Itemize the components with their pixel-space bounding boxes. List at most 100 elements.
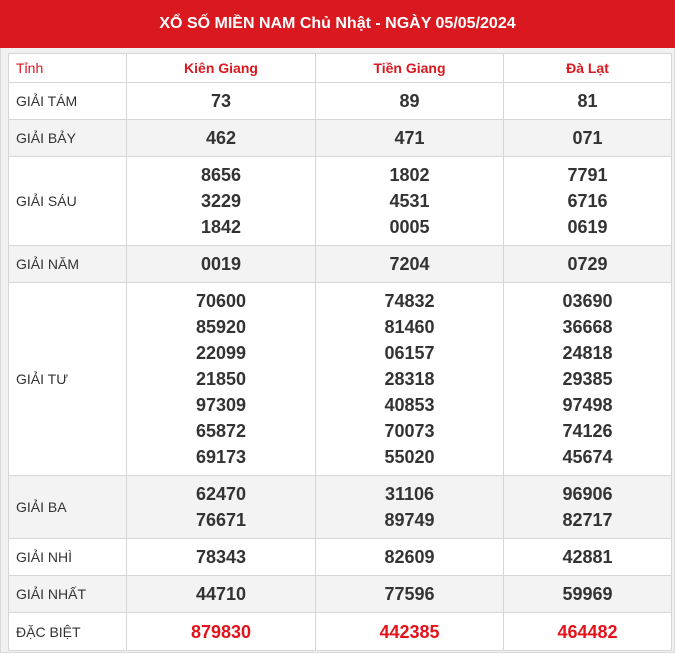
prize-numbers-cell: 74832 81460 06157 28318 40853 70073 55020 <box>315 282 504 476</box>
prize-numbers-cell: 7791 6716 0619 <box>503 156 672 246</box>
prize-numbers-cell: 42881 <box>503 538 672 576</box>
prize-number: 97309 <box>195 395 247 415</box>
prize-number: 1802 <box>389 165 430 185</box>
prize-number: 69173 <box>195 447 247 467</box>
prize-number: 03690 <box>562 291 613 311</box>
prize-label: ĐẶC BIỆT <box>8 612 127 651</box>
prize-numbers-cell: 59969 <box>503 575 672 613</box>
prize-numbers-cell: 442385 <box>315 612 504 651</box>
prize-row: GIẢI NĂM 0019 7204 0729 <box>8 245 672 283</box>
prize-number: 82609 <box>384 547 435 567</box>
prize-number: 442385 <box>379 621 440 642</box>
prize-number: 73 <box>210 91 232 111</box>
prize-numbers-cell: 62470 76671 <box>126 475 316 539</box>
prize-number: 96906 <box>562 484 613 504</box>
prize-number: 62470 <box>195 484 247 504</box>
results-table: Tỉnh Kiên Giang Tiền Giang Đà Lạt GIẢI T… <box>8 53 672 651</box>
prize-row: GIẢI SÁU 8656 3229 1842 1802 4531 0005 7791 6716… <box>8 156 672 246</box>
prize-numbers-cell: 071 <box>503 119 672 157</box>
prize-number: 071 <box>572 128 603 148</box>
prize-number: 4531 <box>389 191 430 211</box>
province-name: Tiền Giang <box>315 53 504 83</box>
prize-number: 0619 <box>567 217 608 237</box>
prize-number: 82717 <box>562 510 613 530</box>
prize-number: 0005 <box>389 217 430 237</box>
lottery-results-page: XỔ SỐ MIỀN NAM Chủ Nhật - NGÀY 05/05/202… <box>0 0 675 654</box>
prize-number: 879830 <box>190 621 252 642</box>
prize-number: 97498 <box>562 395 613 415</box>
province-name: Kiên Giang <box>126 53 316 83</box>
prize-row: GIẢI NHẤT 44710 77596 59969 <box>8 575 672 613</box>
prize-number: 0729 <box>567 254 608 274</box>
prize-row: GIẢI TÁM 73 89 81 <box>8 82 672 120</box>
prize-number: 44710 <box>195 584 247 604</box>
prize-label: GIẢI BẢY <box>8 119 127 157</box>
prize-number: 1842 <box>200 217 242 237</box>
prize-numbers-cell: 879830 <box>126 612 316 651</box>
prize-label: GIẢI NHẤT <box>8 575 127 613</box>
prize-label: GIẢI TÁM <box>8 82 127 120</box>
prize-number: 06157 <box>384 343 435 363</box>
prize-number: 74126 <box>562 421 613 441</box>
prize-number: 464482 <box>557 621 618 642</box>
prize-numbers-cell: 8656 3229 1842 <box>126 156 316 246</box>
province-column-label: Tỉnh <box>8 53 127 83</box>
prize-number: 0019 <box>200 254 242 274</box>
prize-number: 76671 <box>195 510 247 530</box>
prize-number: 28318 <box>384 369 435 389</box>
prize-number: 70073 <box>384 421 435 441</box>
prize-number: 40853 <box>384 395 435 415</box>
prize-numbers-cell: 44710 <box>126 575 316 613</box>
prize-label: GIẢI NĂM <box>8 245 127 283</box>
prize-number: 8656 <box>200 165 242 185</box>
prize-number: 65872 <box>195 421 247 441</box>
prize-numbers-cell: 7204 <box>315 245 504 283</box>
prize-number: 42881 <box>562 547 613 567</box>
prize-number: 462 <box>205 128 237 148</box>
prize-number: 81 <box>577 91 598 111</box>
prize-number: 36668 <box>562 317 613 337</box>
prize-row: GIẢI BA 62470 76671 31106 89749 96906 82717 <box>8 475 672 539</box>
prize-numbers-cell: 96906 82717 <box>503 475 672 539</box>
prize-number: 471 <box>394 128 425 148</box>
prize-numbers-cell: 464482 <box>503 612 672 651</box>
prize-number: 6716 <box>567 191 608 211</box>
prize-numbers-cell: 462 <box>126 119 316 157</box>
prize-label: GIẢI SÁU <box>8 156 127 246</box>
prize-numbers-cell: 73 <box>126 82 316 120</box>
prize-number: 89749 <box>384 510 435 530</box>
prize-number: 70600 <box>195 291 247 311</box>
prize-numbers-cell: 03690 36668 24818 29385 97498 74126 45674 <box>503 282 672 476</box>
prize-numbers-cell: 471 <box>315 119 504 157</box>
prize-number: 29385 <box>562 369 613 389</box>
prize-number: 3229 <box>200 191 242 211</box>
prize-number: 21850 <box>195 369 247 389</box>
prize-numbers-cell: 1802 4531 0005 <box>315 156 504 246</box>
prize-numbers-cell: 31106 89749 <box>315 475 504 539</box>
province-name: Đà Lạt <box>503 53 672 83</box>
prize-numbers-cell: 82609 <box>315 538 504 576</box>
prize-label: GIẢI NHÌ <box>8 538 127 576</box>
prize-row: GIẢI TƯ 70600 85920 22099 21850 97309 65872 691… <box>8 282 672 476</box>
prize-number: 7791 <box>567 165 608 185</box>
prize-number: 81460 <box>384 317 435 337</box>
prize-row: GIẢI BẢY 462 471 071 <box>8 119 672 157</box>
prize-number: 74832 <box>384 291 435 311</box>
prize-label: GIẢI TƯ <box>8 282 127 476</box>
prize-number: 89 <box>399 91 420 111</box>
prize-numbers-cell: 70600 85920 22099 21850 97309 65872 69173 <box>126 282 316 476</box>
results-title: XỔ SỐ MIỀN NAM Chủ Nhật - NGÀY 05/05/202… <box>0 0 675 48</box>
prize-numbers-cell: 0019 <box>126 245 316 283</box>
prize-numbers-cell: 81 <box>503 82 672 120</box>
prize-numbers-cell: 89 <box>315 82 504 120</box>
prize-numbers-cell: 0729 <box>503 245 672 283</box>
prize-row: ĐẶC BIỆT 879830 442385 464482 <box>8 612 672 651</box>
prize-number: 78343 <box>195 547 247 567</box>
prize-numbers-cell: 77596 <box>315 575 504 613</box>
prize-number: 85920 <box>195 317 247 337</box>
prize-number: 59969 <box>562 584 613 604</box>
prize-number: 77596 <box>384 584 435 604</box>
prize-number: 24818 <box>562 343 613 363</box>
prize-number: 22099 <box>195 343 247 363</box>
prize-numbers-cell: 78343 <box>126 538 316 576</box>
